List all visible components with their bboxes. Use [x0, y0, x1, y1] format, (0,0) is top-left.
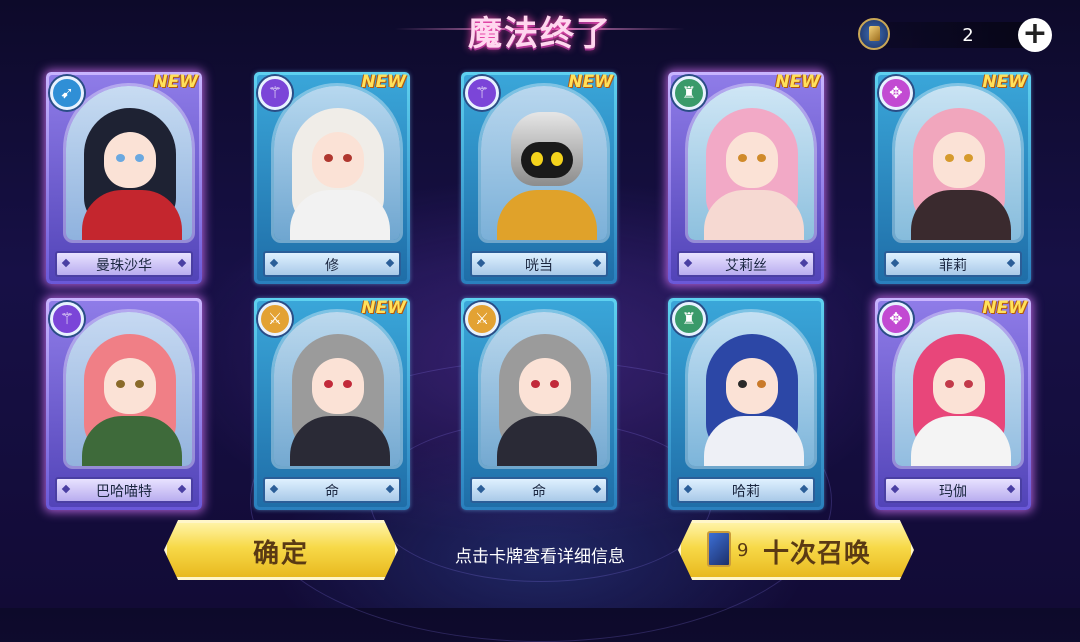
card-name-bar: 哈莉 [677, 477, 815, 503]
card-manzhushahua[interactable]: 曼珠沙华 ➹ NEW [46, 72, 202, 284]
add-currency-button[interactable]: + [1018, 18, 1052, 52]
card-bahamiaote[interactable]: 巴哈喵特 ⚚ [46, 298, 202, 510]
staff-class-icon: ⚚ [258, 76, 292, 110]
staff-class-icon: ⚚ [465, 76, 499, 110]
card-name: 巴哈喵特 [96, 484, 152, 500]
card-xiu[interactable]: 修 ⚚ NEW [254, 72, 410, 284]
confirm-button-label: 确定 [252, 539, 309, 569]
card-name-bar: 曼珠沙华 [55, 251, 193, 277]
card-name-bar: 命 [470, 477, 608, 503]
card-name: 命 [532, 484, 546, 500]
card-name: 菲莉 [939, 258, 967, 274]
character-portrait [271, 309, 403, 469]
new-badge: NEW [361, 72, 406, 92]
card-name-bar: 命 [263, 477, 401, 503]
card-hali[interactable]: 哈莉 ♜ [668, 298, 824, 510]
character-portrait [63, 83, 195, 243]
hint-text: 点击卡牌查看详细信息 [455, 547, 625, 567]
card-name: 曼珠沙华 [96, 258, 152, 274]
card-name: 修 [325, 258, 339, 274]
summon-cost: 9 [737, 540, 749, 561]
character-portrait [63, 309, 195, 469]
card-name-bar: 咣当 [470, 251, 608, 277]
card-name: 玛伽 [939, 484, 967, 500]
card-majia[interactable]: 玛伽 ✥ NEW [875, 298, 1031, 510]
page-title: 魔法终了 [468, 14, 612, 54]
confirm-button[interactable]: 确定 [164, 520, 398, 580]
card-name-bar: 巴哈喵特 [55, 477, 193, 503]
orb-class-icon: ✥ [879, 302, 913, 336]
new-badge: NEW [153, 72, 198, 92]
ten-summon-button[interactable]: 9 十次召唤 [678, 520, 914, 580]
summon-ticket-icon [858, 18, 890, 50]
staff-class-icon: ⚚ [50, 302, 84, 336]
currency-display: 2 + [858, 16, 1054, 54]
orb-class-icon: ✥ [879, 76, 913, 110]
card-guangdang[interactable]: 咣当 ⚚ NEW [461, 72, 617, 284]
card-name: 命 [325, 484, 339, 500]
card-name-bar: 玛伽 [884, 477, 1022, 503]
card-feili[interactable]: 菲莉 ✥ NEW [875, 72, 1031, 284]
new-badge: NEW [982, 72, 1027, 92]
new-badge: NEW [361, 298, 406, 318]
swords-class-icon: ⚔ [258, 302, 292, 336]
new-badge: NEW [982, 298, 1027, 318]
card-name: 咣当 [525, 258, 553, 274]
character-portrait [478, 309, 610, 469]
summon-ticket-icon [707, 531, 731, 567]
summon-button-label: 十次召唤 [763, 539, 872, 569]
card-name: 艾莉丝 [725, 258, 767, 274]
card-ming-1[interactable]: 命 ⚔ NEW [254, 298, 410, 510]
character-portrait [478, 83, 610, 243]
new-badge: NEW [775, 72, 820, 92]
character-portrait [685, 309, 817, 469]
character-portrait [892, 83, 1024, 243]
tower-class-icon: ♜ [672, 302, 706, 336]
character-portrait [271, 83, 403, 243]
card-name-bar: 修 [263, 251, 401, 277]
card-name: 哈莉 [732, 484, 760, 500]
tower-class-icon: ♜ [672, 76, 706, 110]
character-portrait [685, 83, 817, 243]
new-badge: NEW [568, 72, 613, 92]
currency-count: 2 [962, 25, 974, 46]
title-banner: 魔法终了 [395, 6, 685, 58]
card-name-bar: 菲莉 [884, 251, 1022, 277]
character-portrait [892, 309, 1024, 469]
card-ailisi[interactable]: 艾莉丝 ♜ NEW [668, 72, 824, 284]
card-name-bar: 艾莉丝 [677, 251, 815, 277]
card-ming-2[interactable]: 命 ⚔ [461, 298, 617, 510]
bow-class-icon: ➹ [50, 76, 84, 110]
swords-class-icon: ⚔ [465, 302, 499, 336]
